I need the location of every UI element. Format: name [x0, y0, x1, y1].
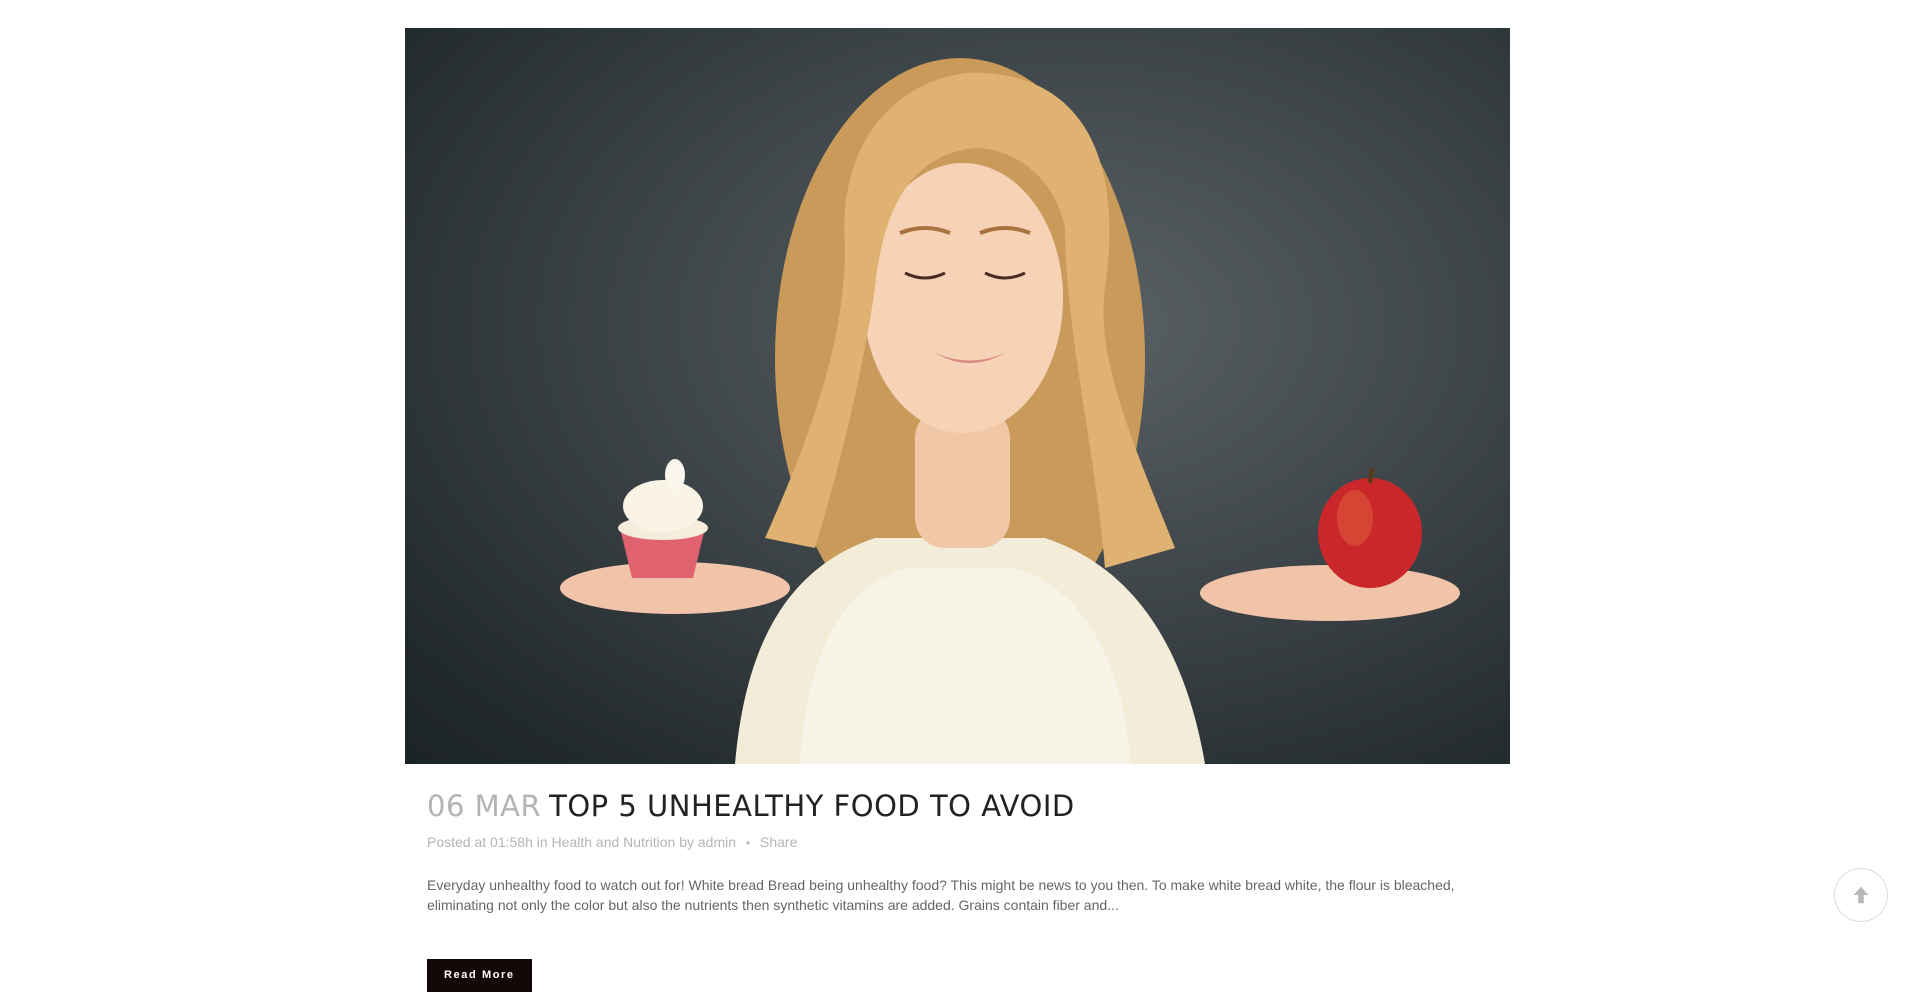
- post-title-link[interactable]: TOP 5 UNHEALTHY FOOD TO AVOID: [549, 789, 1075, 823]
- by-label: by: [679, 834, 694, 850]
- category-link[interactable]: Health and Nutrition: [552, 834, 676, 850]
- arrow-up-icon: [1853, 886, 1869, 904]
- in-label: in: [536, 834, 548, 850]
- blog-post: 06 MAR TOP 5 UNHEALTHY FOOD TO AVOID Post…: [405, 28, 1510, 992]
- post-body: 06 MAR TOP 5 UNHEALTHY FOOD TO AVOID Post…: [405, 788, 1510, 992]
- meta-separator: •: [745, 836, 751, 850]
- post-title-row: 06 MAR TOP 5 UNHEALTHY FOOD TO AVOID: [427, 788, 1488, 824]
- author-link[interactable]: admin: [698, 834, 736, 850]
- post-time: 01:58h: [490, 834, 533, 850]
- read-more-button[interactable]: Read More: [427, 959, 532, 992]
- post-date: 06 MAR: [427, 789, 542, 823]
- share-link[interactable]: Share: [760, 834, 797, 850]
- featured-image-illustration: [560, 58, 1460, 764]
- post-excerpt: Everyday unhealthy food to watch out for…: [427, 877, 1455, 913]
- post-featured-image[interactable]: [405, 28, 1510, 764]
- back-to-top-button[interactable]: [1834, 868, 1888, 922]
- post-meta: Posted at 01:58h in Health and Nutrition…: [427, 832, 1488, 853]
- posted-at-label: Posted at: [427, 834, 487, 850]
